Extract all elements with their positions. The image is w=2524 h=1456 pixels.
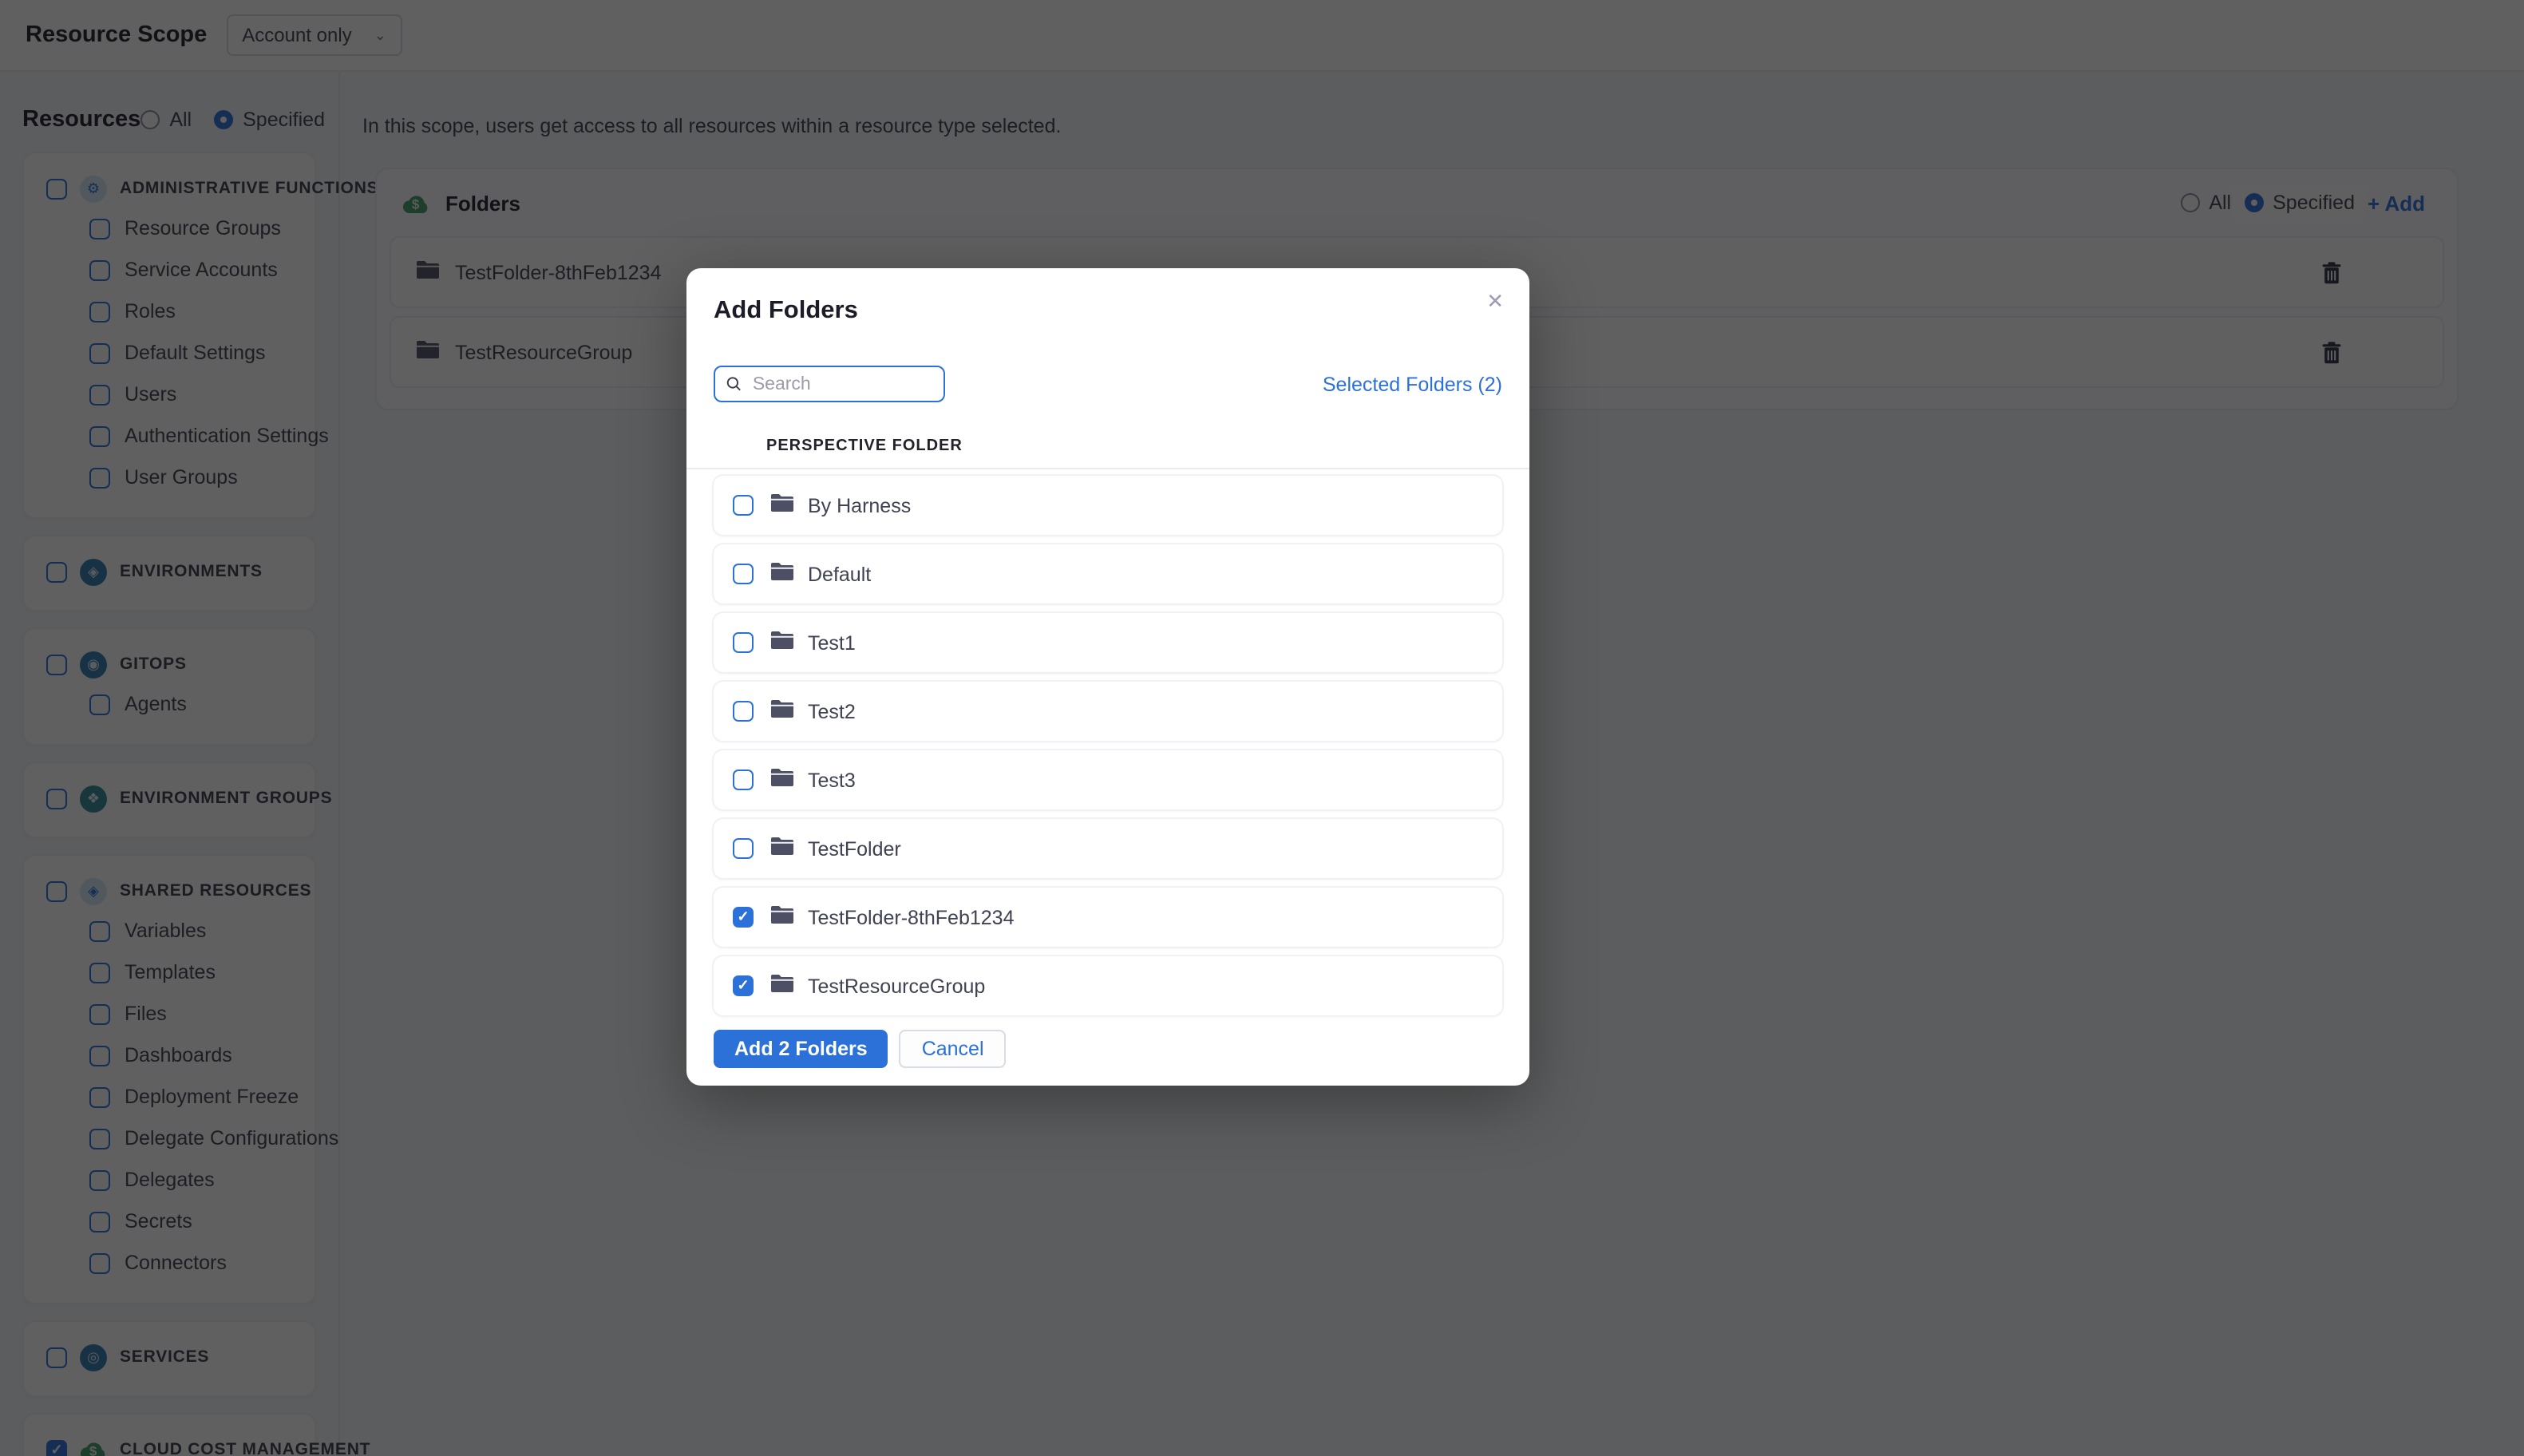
perspective-folder-label: TestFolder-8thFeb1234 [808,906,1015,928]
perspective-folder-row[interactable]: ✓ Default [714,544,1502,603]
folder-checkbox[interactable]: ✓ [733,907,754,928]
perspective-folder-row[interactable]: ✓ Test1 [714,613,1502,672]
divider [686,468,1529,469]
perspective-folder-row[interactable]: ✓ Test3 [714,750,1502,809]
folder-icon [771,903,793,932]
add-folders-button[interactable]: Add 2 Folders [714,1030,888,1068]
perspective-folder-label: TestResourceGroup [808,975,986,997]
folder-icon [771,628,793,657]
folder-checkbox[interactable]: ✓ [733,975,754,996]
folder-checkbox[interactable]: ✓ [733,632,754,653]
perspective-folder-column-header: PERSPECTIVE FOLDER [766,437,963,455]
folder-checkbox[interactable]: ✓ [733,495,754,516]
perspective-folder-row[interactable]: ✓ By Harness [714,476,1502,535]
perspective-folder-label: Test3 [808,769,856,791]
perspective-folder-row[interactable]: ✓ TestResourceGroup [714,956,1502,1015]
cancel-button[interactable]: Cancel [899,1030,1007,1068]
check-icon: ✓ [737,908,750,924]
selected-folders-link[interactable]: Selected Folders (2) [1323,373,1502,395]
folder-icon [771,491,793,520]
folder-icon [771,834,793,863]
perspective-folder-label: Test1 [808,631,856,654]
folder-icon [771,766,793,794]
folder-option-list: ✓ By Harness ✓ Default ✓ Test1 ✓ Test2 ✓ Test3 ✓ Te… [714,476,1502,1015]
perspective-folder-label: By Harness [808,494,912,516]
perspective-folder-label: Default [808,563,872,585]
folder-checkbox[interactable]: ✓ [733,564,754,584]
close-icon[interactable]: ✕ [1482,286,1509,316]
search-icon [726,377,741,391]
folder-icon [771,697,793,726]
perspective-folder-row[interactable]: ✓ Test2 [714,682,1502,741]
modal-actions: Add 2 Folders Cancel [714,1030,1502,1068]
folder-icon [771,971,793,1000]
folder-checkbox[interactable]: ✓ [733,701,754,722]
perspective-folder-label: Test2 [808,700,856,722]
modal-toolbar: Selected Folders (2) [714,366,1502,402]
folder-checkbox[interactable]: ✓ [733,838,754,859]
perspective-folder-row[interactable]: ✓ TestFolder-8thFeb1234 [714,888,1502,947]
modal-title: Add Folders [714,297,858,324]
add-folders-modal: ✕ Add Folders Selected Folders (2) PERSP… [686,268,1529,1086]
check-icon: ✓ [737,977,750,993]
folder-checkbox[interactable]: ✓ [733,770,754,790]
app-root: Resource Scope Account only ⌄ Resources … [0,0,2524,1456]
folder-icon [771,560,793,588]
perspective-folder-row[interactable]: ✓ TestFolder [714,819,1502,878]
search-input[interactable] [749,373,932,395]
perspective-folder-label: TestFolder [808,837,901,860]
search-box [714,366,945,402]
